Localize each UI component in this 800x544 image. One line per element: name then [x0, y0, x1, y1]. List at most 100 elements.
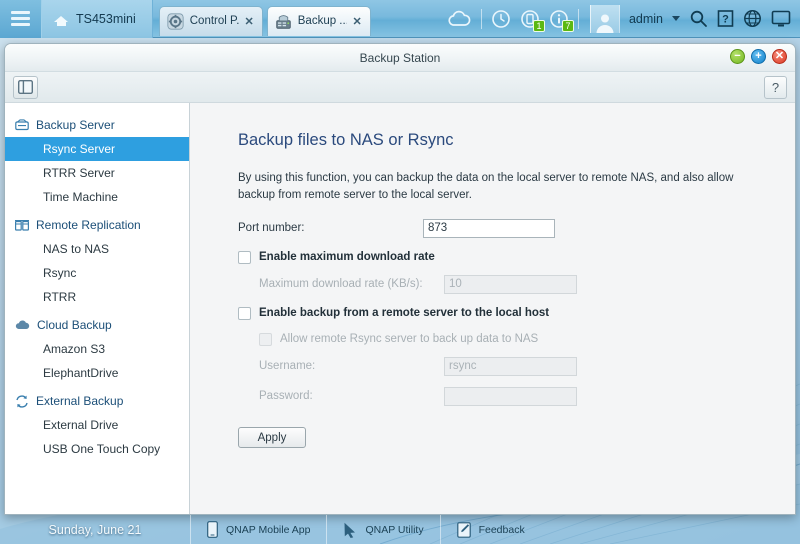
badge-count: 7	[561, 19, 574, 32]
port-number-row: Port number:	[238, 215, 795, 241]
window-body: Backup Server Rsync Server RTRR Server T…	[5, 103, 795, 514]
tab-close-icon[interactable]: ✕	[245, 15, 254, 28]
enable-remote-backup-checkbox[interactable]	[238, 306, 251, 320]
bb-item-label: QNAP Utility	[365, 523, 424, 536]
password-input	[444, 386, 577, 406]
desktop-bottombar: Sunday, June 21 QNAP Mobile App QNAP Uti…	[0, 515, 800, 544]
tray-divider	[577, 8, 579, 29]
remote-replication-icon	[15, 219, 29, 231]
cloud-icon[interactable]	[446, 10, 472, 28]
minimize-button[interactable]: −	[730, 49, 745, 64]
tab-label: Backup ...	[297, 15, 347, 27]
date-label: Sunday, June 21	[48, 522, 142, 537]
allow-remote-rsync-row: Allow remote Rsync server to back up dat…	[238, 327, 795, 351]
sidebar-group-label: Cloud Backup	[37, 318, 112, 332]
tab-backup-station[interactable]: Backup ... ✕	[266, 5, 371, 36]
window-tabs: Control P... ✕ Backup ... ✕	[153, 0, 371, 38]
sidebar-item-amazon-s3[interactable]: Amazon S3	[5, 337, 189, 361]
chevron-down-icon[interactable]	[672, 16, 680, 21]
sidebar: Backup Server Rsync Server RTRR Server T…	[5, 103, 190, 514]
main-content: Backup files to NAS or Rsync By using th…	[190, 103, 795, 514]
desktop-topbar: TS453mini Control P... ✕	[0, 0, 800, 38]
sidebar-item-external-drive[interactable]: External Drive	[5, 413, 189, 437]
allow-remote-rsync-label: Allow remote Rsync server to back up dat…	[280, 333, 539, 346]
admin-label[interactable]: admin	[629, 12, 663, 26]
page-title: Backup files to NAS or Rsync	[238, 131, 454, 149]
sidebar-item-time-machine[interactable]: Time Machine	[5, 185, 189, 209]
sidebar-group-backup-server[interactable]: Backup Server	[5, 113, 189, 137]
system-tray: 1 7 admin ?	[446, 0, 800, 38]
username-label: Username:	[259, 360, 316, 373]
sidebar-item-nas-to-nas[interactable]: NAS to NAS	[5, 237, 189, 261]
sidebar-item-rtrr[interactable]: RTRR	[5, 285, 189, 309]
window-toolbar: ?	[5, 72, 795, 103]
globe-icon[interactable]	[743, 9, 762, 28]
password-label: Password:	[259, 390, 313, 403]
username-input	[444, 356, 577, 376]
search-icon[interactable]	[689, 9, 708, 28]
max-rate-row: Maximum download rate (KB/s):	[238, 271, 795, 297]
enable-remote-backup-label: Enable backup from a remote server to th…	[259, 307, 550, 320]
enable-max-rate-checkbox[interactable]	[238, 250, 251, 264]
external-backup-icon	[16, 394, 28, 408]
cursor-arrow-icon	[344, 522, 356, 538]
max-rate-input	[444, 274, 577, 294]
sidebar-item-rtrr-server[interactable]: RTRR Server	[5, 161, 189, 185]
window-controls: − + ✕	[730, 49, 787, 64]
qnap-mobile-app-button[interactable]: QNAP Mobile App	[190, 515, 326, 544]
sidebar-group-cloud-backup[interactable]: Cloud Backup	[5, 313, 189, 337]
page-description: By using this function, you can backup t…	[238, 172, 734, 201]
sidebar-group-remote-replication[interactable]: Remote Replication	[5, 213, 189, 237]
maximize-button[interactable]: +	[751, 49, 766, 64]
backup-server-icon	[15, 118, 29, 130]
password-row: Password:	[238, 383, 795, 409]
window-titlebar[interactable]: Backup Station − + ✕	[5, 44, 795, 72]
host-button[interactable]: TS453mini	[42, 0, 153, 38]
sidebar-item-rsync[interactable]: Rsync	[5, 261, 189, 285]
mobile-phone-icon	[207, 521, 218, 538]
sidebar-group-external-backup[interactable]: External Backup	[5, 389, 189, 413]
qnap-utility-button[interactable]: QNAP Utility	[326, 515, 439, 544]
apply-button[interactable]: Apply	[238, 427, 306, 449]
tab-close-icon[interactable]: ✕	[353, 15, 362, 28]
help-icon[interactable]: ?	[717, 10, 734, 27]
port-number-input[interactable]	[423, 218, 555, 238]
max-rate-label: Maximum download rate (KB/s):	[259, 278, 423, 291]
bb-item-label: Feedback	[478, 523, 525, 536]
tray-divider	[480, 8, 482, 29]
clock-icon[interactable]	[491, 9, 511, 29]
avatar[interactable]	[589, 4, 620, 33]
close-button[interactable]: ✕	[772, 49, 787, 64]
window-title: Backup Station	[359, 50, 441, 65]
tab-label: Control P...	[189, 15, 239, 27]
port-number-label: Port number:	[238, 222, 305, 235]
feedback-button[interactable]: Feedback	[439, 515, 541, 544]
backup-station-window: Backup Station − + ✕ ? Backup Server Rsy…	[4, 43, 796, 515]
bb-item-label: QNAP Mobile App	[226, 523, 311, 536]
panel-toggle-icon[interactable]	[13, 75, 38, 99]
hostname-label: TS453mini	[76, 11, 136, 26]
enable-max-rate-label: Enable maximum download rate	[259, 251, 435, 264]
tab-control-panel[interactable]: Control P... ✕	[158, 5, 263, 36]
username-row: Username:	[238, 353, 795, 379]
backup-sync-icon[interactable]: 1	[520, 9, 545, 32]
pencil-edit-icon	[456, 521, 471, 538]
window-help-button[interactable]: ?	[764, 76, 787, 99]
allow-remote-rsync-checkbox	[259, 332, 272, 346]
hamburger-menu-icon[interactable]	[0, 0, 42, 38]
info-icon[interactable]: 7	[549, 9, 574, 32]
sidebar-group-label: External Backup	[36, 394, 124, 408]
enable-remote-backup-row: Enable backup from a remote server to th…	[238, 301, 795, 325]
sidebar-item-rsync-server[interactable]: Rsync Server	[5, 137, 189, 161]
sidebar-group-label: Remote Replication	[36, 218, 141, 232]
sidebar-item-elephantdrive[interactable]: ElephantDrive	[5, 361, 189, 385]
home-icon	[54, 12, 69, 26]
cloud-backup-icon	[15, 320, 30, 329]
sidebar-item-usb-one-touch-copy[interactable]: USB One Touch Copy	[5, 437, 189, 461]
sidebar-group-label: Backup Server	[36, 118, 115, 132]
gear-icon	[167, 12, 184, 30]
monitor-icon[interactable]	[771, 10, 791, 28]
badge-count: 1	[532, 19, 545, 32]
nas-server-icon	[276, 14, 291, 29]
enable-max-rate-row: Enable maximum download rate	[238, 245, 795, 269]
